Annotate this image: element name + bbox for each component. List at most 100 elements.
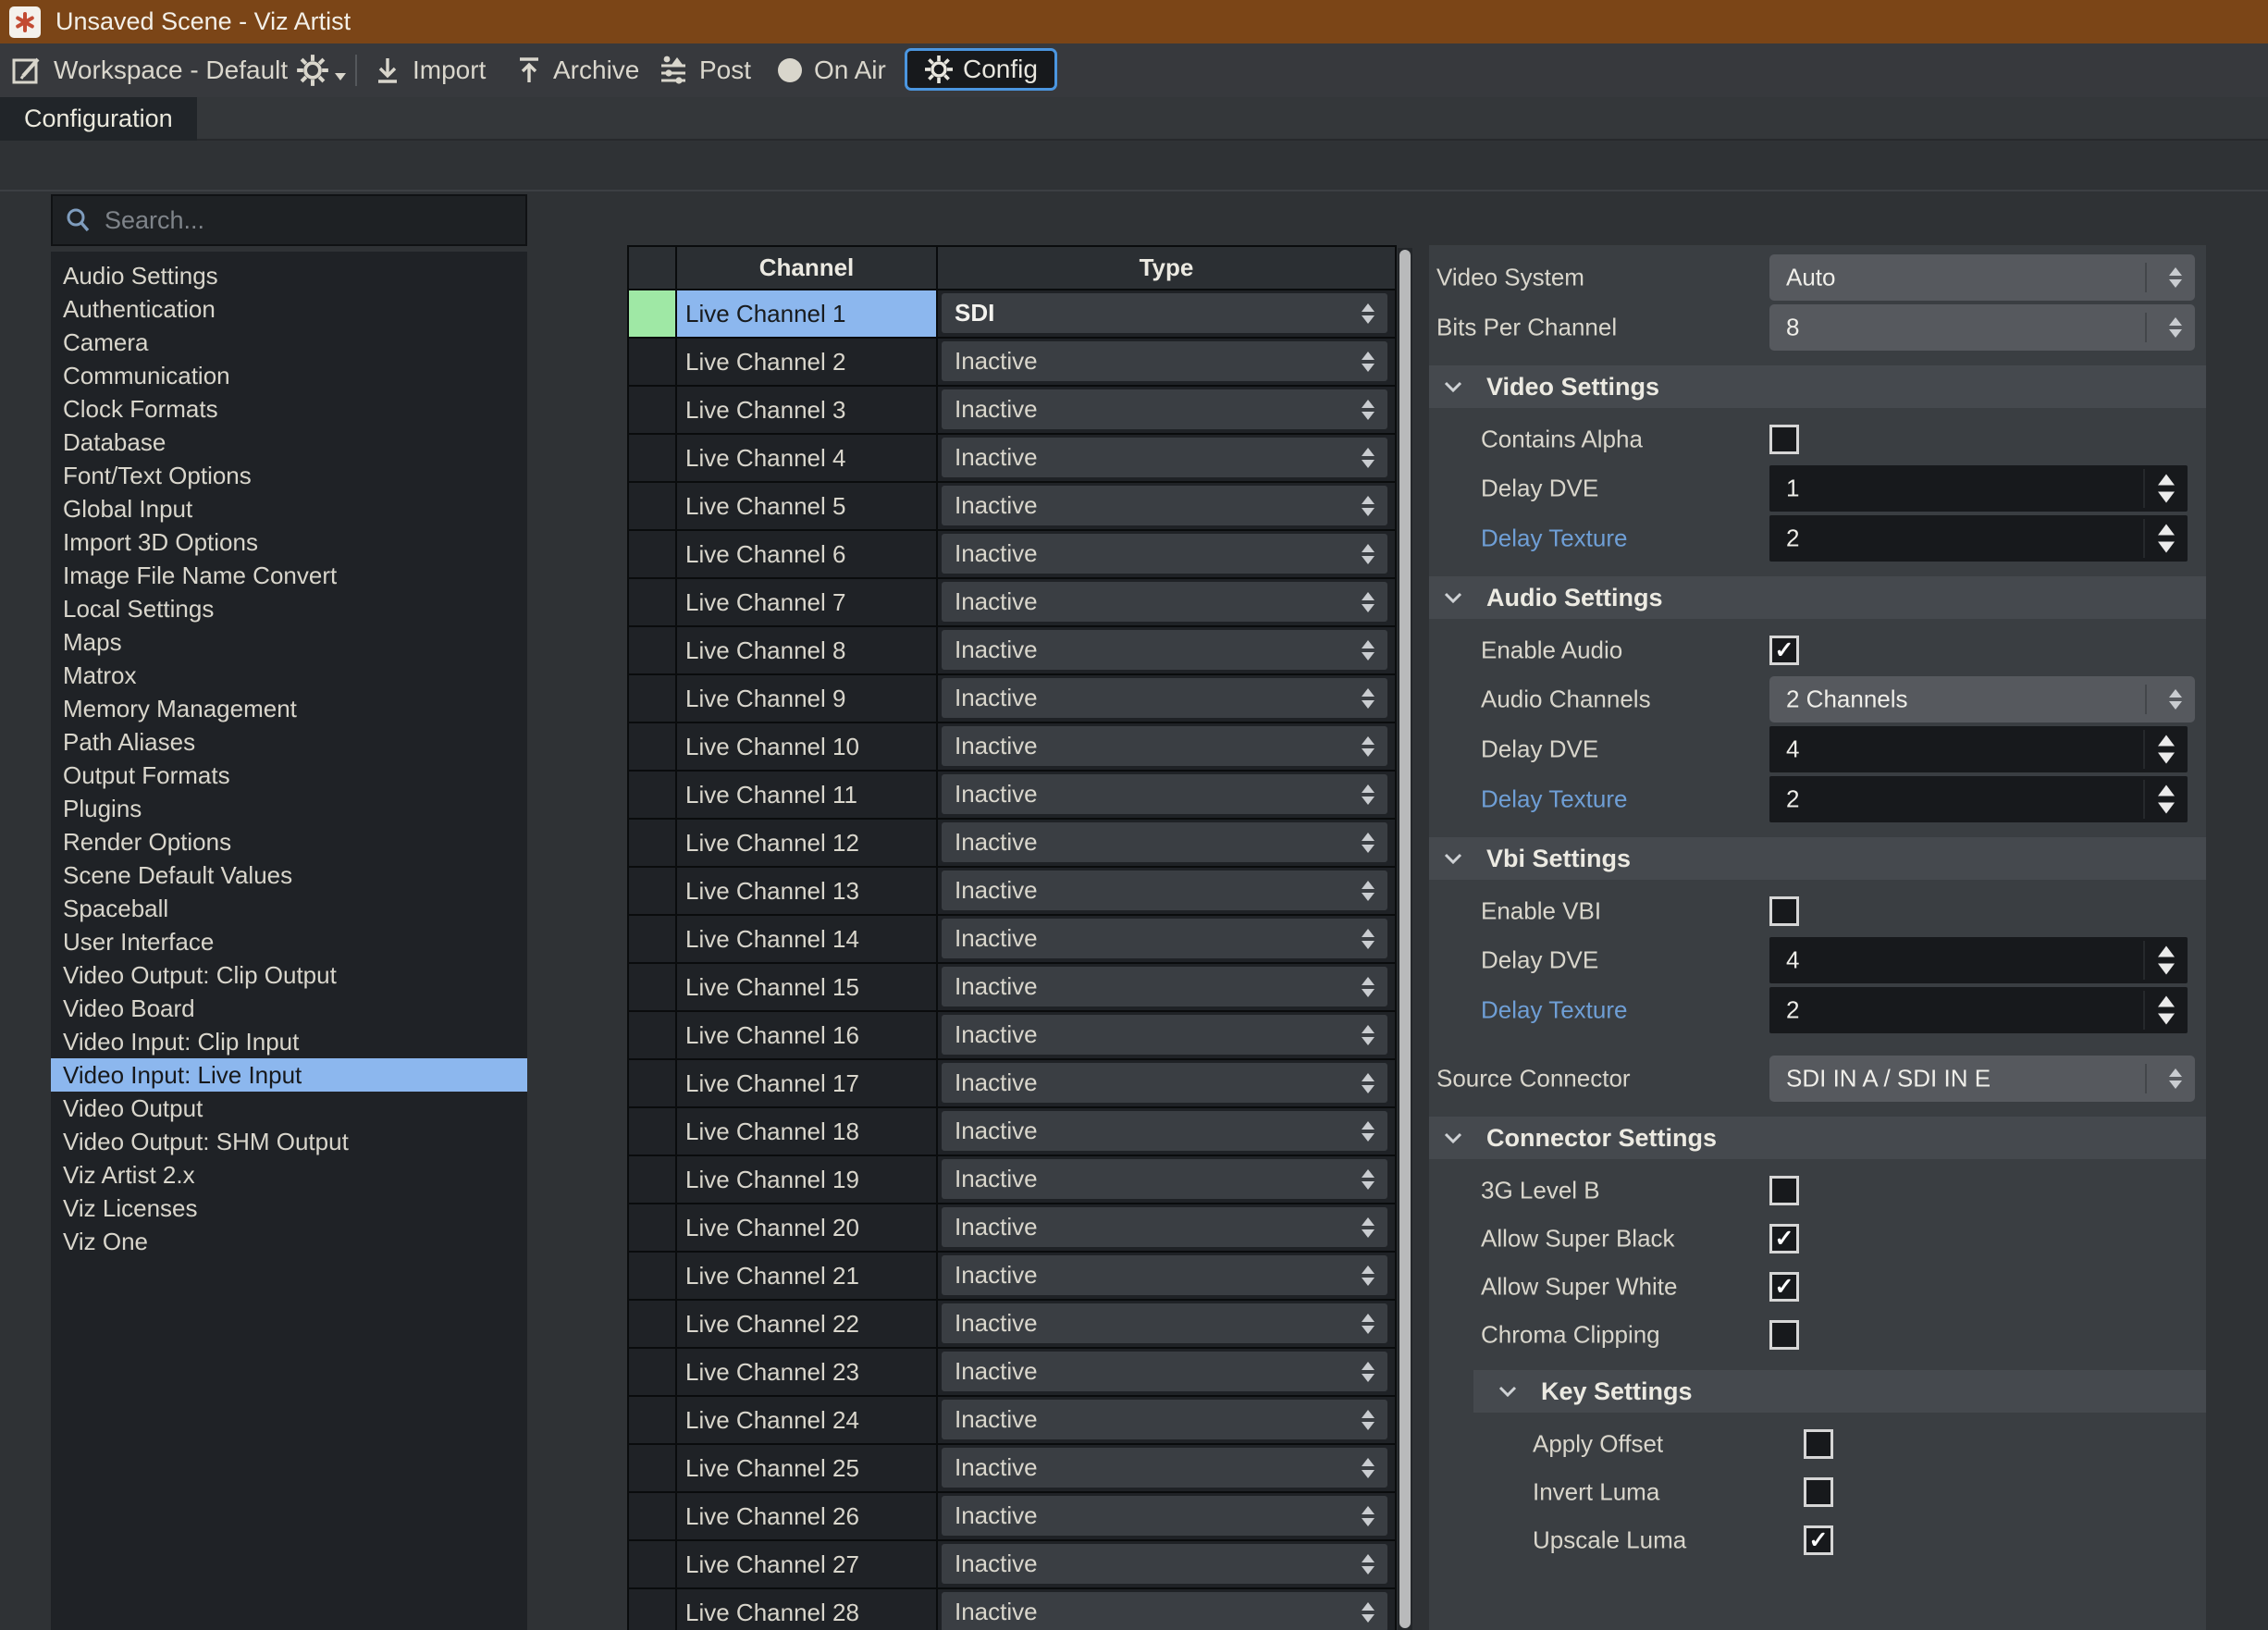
combobox[interactable]: Auto [1769, 254, 2195, 301]
spinbox[interactable]: 1 [1769, 465, 2188, 512]
chevron-down-icon[interactable] [1443, 1131, 1463, 1144]
spinner-arrows-icon[interactable] [1362, 687, 1374, 709]
type-dropdown[interactable]: Inactive [942, 726, 1387, 766]
channel-cell[interactable]: Live Channel 12 [677, 820, 938, 868]
type-dropdown[interactable]: Inactive [942, 1111, 1387, 1151]
type-dropdown[interactable]: Inactive [942, 389, 1387, 429]
sidebar-item[interactable]: Import 3D Options [51, 525, 527, 559]
sidebar-item[interactable]: Path Aliases [51, 725, 527, 759]
channel-cell[interactable]: Live Channel 16 [677, 1012, 938, 1060]
type-dropdown[interactable]: Inactive [942, 438, 1387, 477]
tab-configuration[interactable]: Configuration [0, 97, 197, 141]
sidebar-item[interactable]: Font/Text Options [51, 459, 527, 492]
onair-button[interactable]: On Air [775, 43, 886, 97]
checkbox[interactable] [1804, 1429, 1833, 1459]
import-button[interactable]: Import [372, 43, 486, 97]
channel-cell[interactable]: Live Channel 9 [677, 675, 938, 723]
channel-cell[interactable]: Live Channel 5 [677, 483, 938, 531]
sidebar-item[interactable]: Local Settings [51, 592, 527, 625]
spinner-arrows-icon[interactable] [1362, 1313, 1374, 1334]
spinner-arrows-icon[interactable] [1362, 639, 1374, 661]
channel-cell[interactable]: Live Channel 17 [677, 1060, 938, 1108]
spinner-arrows-icon[interactable] [1362, 399, 1374, 420]
spinner-arrows-icon[interactable] [1362, 1553, 1374, 1574]
sidebar-item[interactable]: Plugins [51, 792, 527, 825]
spinner-arrows-icon[interactable] [1362, 543, 1374, 564]
spinner-arrows-icon[interactable] [1362, 1409, 1374, 1430]
channel-cell[interactable]: Live Channel 27 [677, 1541, 938, 1589]
type-dropdown[interactable]: Inactive [942, 919, 1387, 958]
spinner-arrows-icon[interactable] [1362, 1361, 1374, 1382]
spinbox[interactable]: 2 [1769, 987, 2188, 1033]
type-dropdown[interactable]: Inactive [942, 1448, 1387, 1488]
channel-cell[interactable]: Live Channel 3 [677, 387, 938, 435]
spinner-arrows-icon[interactable] [1362, 880, 1374, 901]
spinner-arrows-icon[interactable] [1362, 1024, 1374, 1045]
type-dropdown[interactable]: Inactive [942, 1159, 1387, 1199]
channel-cell[interactable]: Live Channel 18 [677, 1108, 938, 1156]
sidebar-item[interactable]: Matrox [51, 659, 527, 692]
type-dropdown[interactable]: Inactive [942, 1255, 1387, 1295]
channel-cell[interactable]: Live Channel 1 [677, 290, 938, 339]
channel-cell[interactable]: Live Channel 6 [677, 531, 938, 579]
type-dropdown[interactable]: Inactive [942, 1592, 1387, 1630]
type-dropdown[interactable]: Inactive [942, 1352, 1387, 1391]
channel-cell[interactable]: Live Channel 8 [677, 627, 938, 675]
type-dropdown[interactable]: Inactive [942, 774, 1387, 814]
section-header[interactable]: Video Settings [1429, 365, 2206, 408]
spin-arrows-icon[interactable] [2158, 474, 2175, 503]
combo-arrows-icon[interactable] [2169, 267, 2182, 288]
spin-arrows-icon[interactable] [2158, 524, 2175, 553]
sidebar-item[interactable]: Database [51, 426, 527, 459]
sidebar-item[interactable]: Video Output: Clip Output [51, 958, 527, 992]
combo-arrows-icon[interactable] [2169, 1068, 2182, 1089]
spinner-arrows-icon[interactable] [1362, 1265, 1374, 1286]
section-header[interactable]: Key Settings [1473, 1370, 2206, 1413]
type-dropdown[interactable]: Inactive [942, 1015, 1387, 1055]
sidebar-item[interactable]: Global Input [51, 492, 527, 525]
sidebar-item[interactable]: Maps [51, 625, 527, 659]
spinner-arrows-icon[interactable] [1362, 735, 1374, 757]
sidebar-item[interactable]: Video Input: Live Input [51, 1058, 527, 1092]
spinbox[interactable]: 2 [1769, 515, 2188, 562]
channel-cell[interactable]: Live Channel 14 [677, 916, 938, 964]
chevron-down-icon[interactable] [1443, 591, 1463, 604]
sidebar-item[interactable]: Video Output: SHM Output [51, 1125, 527, 1158]
spinbox[interactable]: 2 [1769, 776, 2188, 822]
type-dropdown[interactable]: Inactive [942, 1207, 1387, 1247]
checkbox[interactable] [1769, 1176, 1799, 1205]
spinner-arrows-icon[interactable] [1362, 1457, 1374, 1478]
type-dropdown[interactable]: Inactive [942, 582, 1387, 622]
spinner-arrows-icon[interactable] [1362, 1601, 1374, 1623]
chevron-down-icon[interactable] [1443, 852, 1463, 865]
chevron-down-icon[interactable] [1498, 1385, 1518, 1398]
sidebar-item[interactable]: User Interface [51, 925, 527, 958]
spinner-arrows-icon[interactable] [1362, 351, 1374, 372]
sidebar-item[interactable]: Authentication [51, 292, 527, 326]
channel-cell[interactable]: Live Channel 11 [677, 772, 938, 820]
channel-cell[interactable]: Live Channel 13 [677, 868, 938, 916]
channel-cell[interactable]: Live Channel 21 [677, 1253, 938, 1301]
archive-button[interactable]: Archive [514, 43, 639, 97]
sidebar-item[interactable]: Video Input: Clip Input [51, 1025, 527, 1058]
type-dropdown[interactable]: Inactive [942, 1400, 1387, 1439]
channel-cell[interactable]: Live Channel 4 [677, 435, 938, 483]
type-dropdown[interactable]: Inactive [942, 822, 1387, 862]
sidebar-item[interactable]: Output Formats [51, 759, 527, 792]
spinner-arrows-icon[interactable] [1362, 1168, 1374, 1190]
type-dropdown[interactable]: Inactive [942, 341, 1387, 381]
channel-cell[interactable]: Live Channel 19 [677, 1156, 938, 1204]
type-dropdown[interactable]: Inactive [942, 1496, 1387, 1536]
channel-cell[interactable]: Live Channel 2 [677, 339, 938, 387]
search-input[interactable] [103, 204, 495, 236]
channel-cell[interactable]: Live Channel 20 [677, 1204, 938, 1253]
checkbox[interactable] [1769, 1320, 1799, 1350]
spinner-arrows-icon[interactable] [1362, 447, 1374, 468]
spinner-arrows-icon[interactable] [1362, 976, 1374, 997]
spinbox[interactable]: 4 [1769, 726, 2188, 772]
spinner-arrows-icon[interactable] [1362, 1072, 1374, 1093]
spin-arrows-icon[interactable] [2158, 784, 2175, 814]
checkbox[interactable] [1804, 1477, 1833, 1507]
spin-arrows-icon[interactable] [2158, 995, 2175, 1025]
sidebar-item[interactable]: Viz Artist 2.x [51, 1158, 527, 1192]
